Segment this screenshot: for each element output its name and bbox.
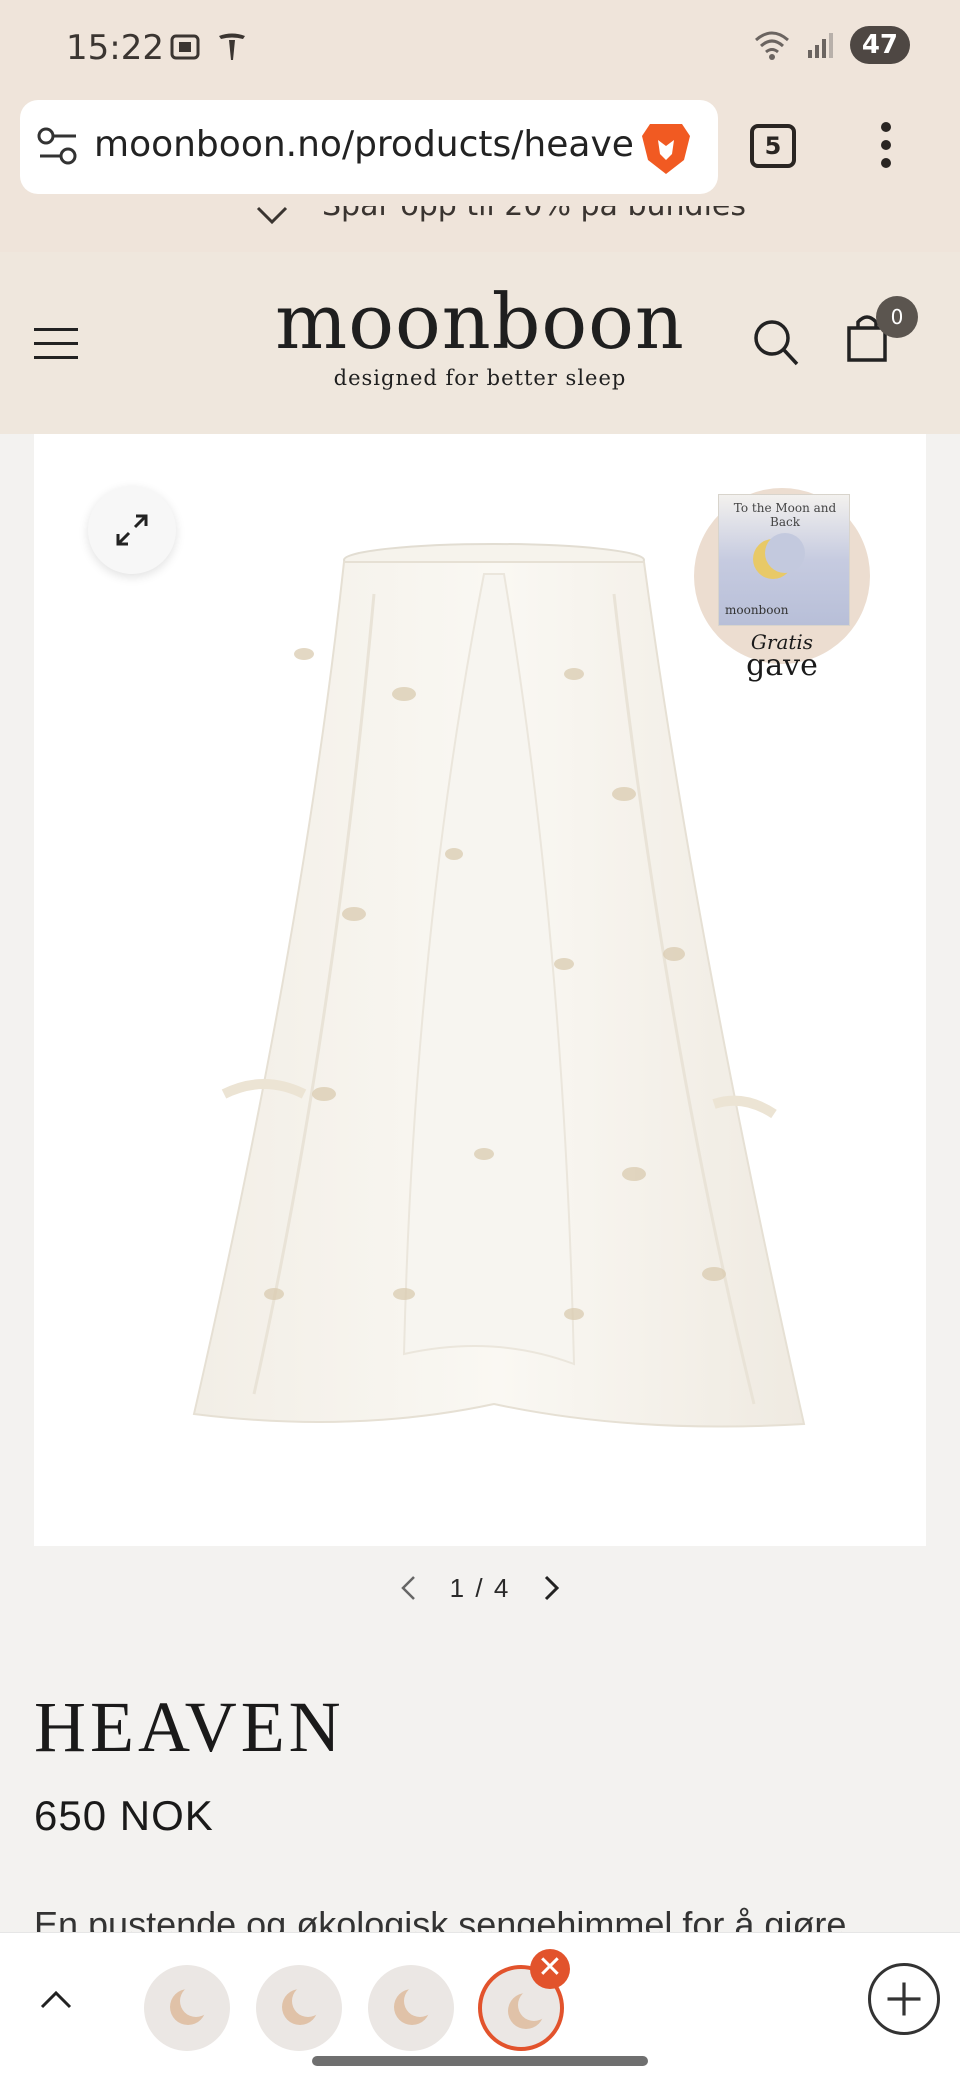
site-logo[interactable]: moonboon designed for better sleep [0,277,960,391]
gallery-position: 1 / 4 [450,1573,511,1604]
gallery-current: 1 [449,1572,467,1603]
promo-text: Spar opp til 20% på bundles [322,206,746,223]
cart-count-badge: 0 [876,296,918,338]
status-time: 15:22 [66,28,164,68]
battery-indicator: 47 [849,26,910,64]
site-header: moonboon designed for better sleep 0 [0,252,960,434]
status-icons-right: 47 [752,26,910,64]
chevron-down-icon[interactable] [254,206,290,232]
tab-thumbnail-2[interactable] [256,1965,342,2051]
moon-icon-cutout [765,533,805,573]
tesla-icon [219,33,245,60]
gallery-separator: / [475,1572,485,1603]
close-tab-icon[interactable]: ✕ [530,1949,570,1989]
gift-label-gave: gave [746,648,818,683]
brave-lion-icon[interactable] [636,118,696,178]
gift-book-image: To the Moon and Back moonboon [718,494,850,626]
chevron-up-icon[interactable] [36,1979,76,2019]
gallery-total: 4 [493,1572,511,1603]
kebab-menu-icon[interactable] [876,122,896,170]
search-icon[interactable] [752,316,800,368]
tab-thumbnail-1[interactable] [144,1965,230,2051]
tune-icon[interactable] [34,122,82,172]
status-icons-left [168,30,248,64]
gift-book-title: To the Moon and Back [733,501,837,530]
signal-icon [807,33,833,58]
chevron-right-icon[interactable] [536,1573,566,1603]
url-text[interactable]: moonboon.no/products/heaven [94,124,634,165]
chevron-left-icon[interactable] [394,1573,424,1603]
product-image-gallery[interactable]: To the Moon and Back moonboon Gratis gav… [34,434,926,1546]
logo-wordmark: moonboon [275,277,685,366]
logo-tagline: designed for better sleep [333,366,627,390]
product-title: HEAVEN [34,1687,345,1767]
screenshot-icon [170,34,200,60]
address-bar[interactable]: moonboon.no/products/heaven [20,100,718,194]
product-price: 650 NOK [34,1792,214,1839]
browser-toolbar: moonboon.no/products/heaven 5 [0,96,960,206]
free-gift-badge[interactable]: To the Moon and Back moonboon Gratis gav… [694,488,874,683]
gallery-pager: 1 / 4 [0,1568,960,1608]
wifi-icon [754,31,789,60]
gift-book-brand: moonboon [725,603,789,617]
new-tab-icon[interactable] [868,1963,940,2035]
promo-banner[interactable]: Spar opp til 20% på bundles [0,206,960,252]
tab-thumbnail-3[interactable] [368,1965,454,2051]
home-indicator[interactable] [312,2056,648,2066]
status-bar: 15:22 47 [0,0,960,96]
tab-switcher-button[interactable]: 5 [750,124,796,168]
